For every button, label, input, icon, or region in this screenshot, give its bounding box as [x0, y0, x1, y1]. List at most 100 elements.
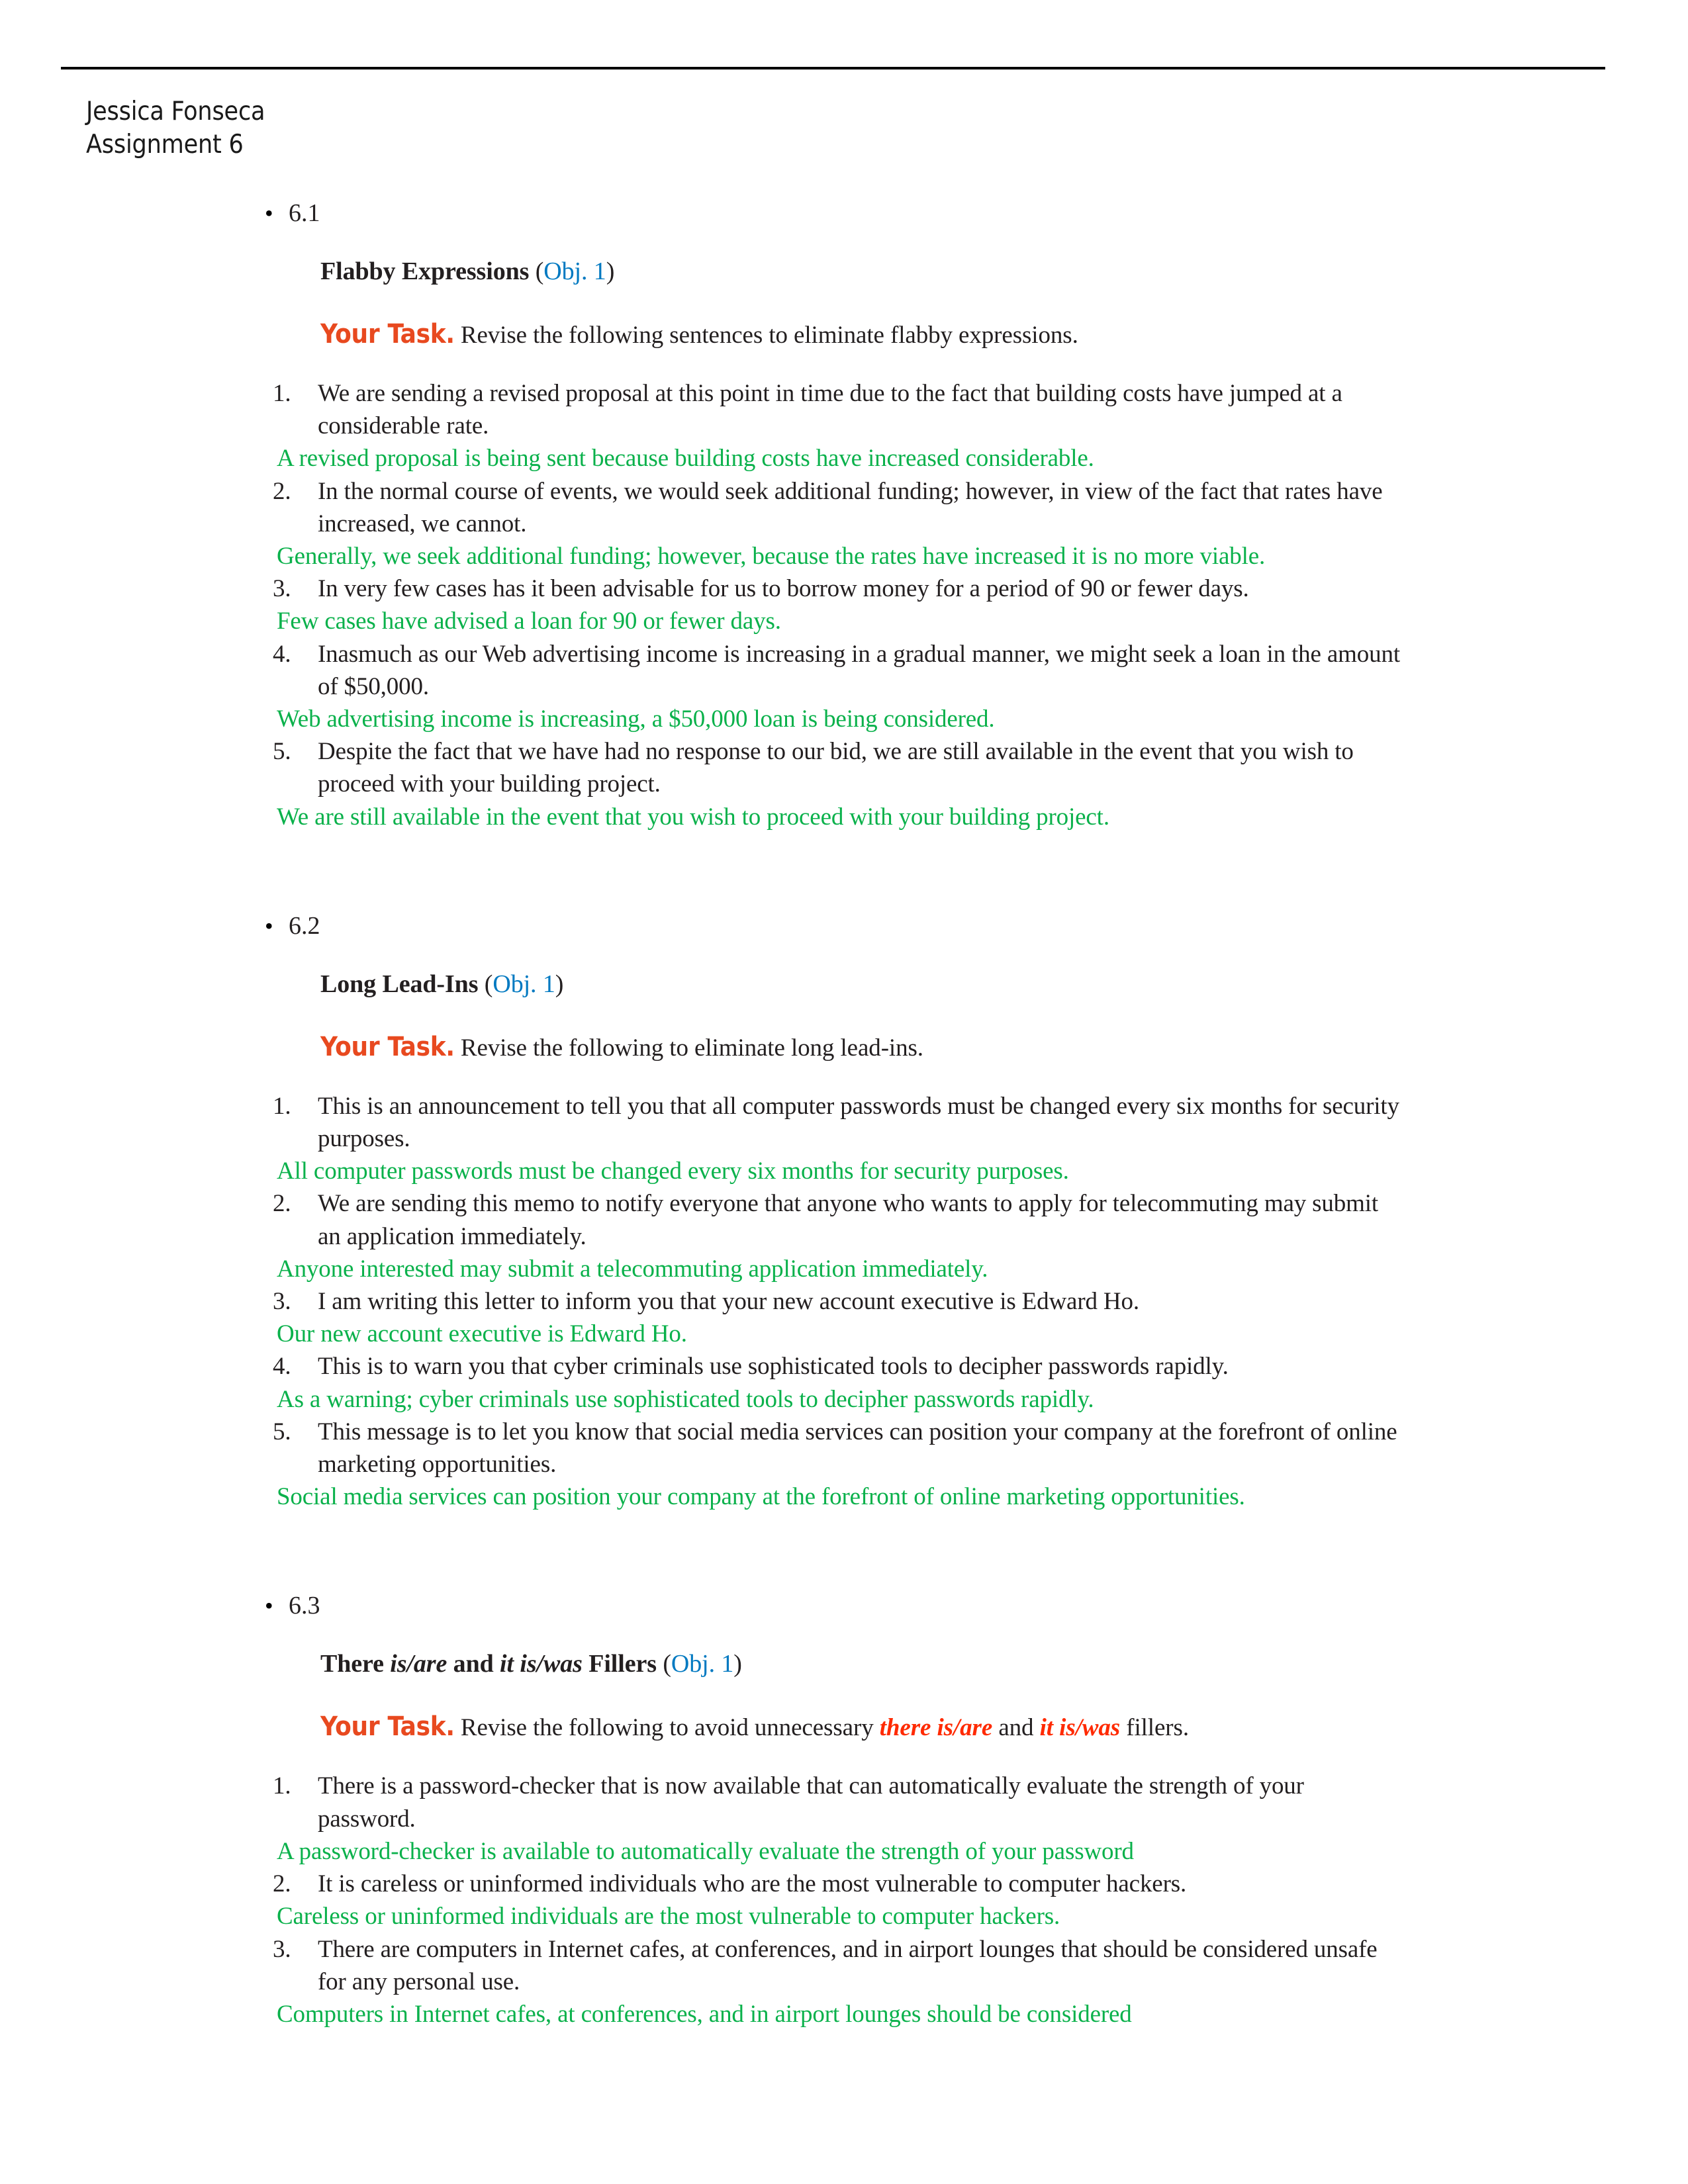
objective-ref: Obj. 1	[492, 970, 555, 998]
item-number: 1.	[273, 380, 291, 407]
document-body: • 6.1 Flabby Expressions (Obj. 1) Your Task…	[0, 199, 1688, 2030]
exercise-section: • 6.2 Long Lead-Ins (Obj. 1) Your Task. Rev…	[0, 911, 1688, 1514]
section-number: 6.3	[289, 1592, 320, 1620]
your-task-instruction: Revise the following to eliminate long l…	[454, 1034, 923, 1062]
your-task-line: Your Task. Revise the following to elimi…	[0, 1032, 1688, 1062]
student-answer: Careless or uninformed individuals are t…	[277, 1903, 1060, 1931]
student-answer: Our new account executive is Edward Ho.	[277, 1320, 687, 1348]
heading-fragment: is/are	[390, 1650, 447, 1678]
heading-fragment: There	[320, 1650, 391, 1678]
section-heading: Flabby Expressions (Obj. 1)	[0, 257, 1688, 286]
paren-close: )	[733, 1650, 742, 1678]
exercise-item: 2. It is careless or uninformed individua…	[0, 1868, 1688, 1933]
question-text: In very few cases has it been advisable …	[318, 575, 1249, 603]
question-row: 3. I am writing this letter to inform you…	[0, 1285, 1688, 1318]
filler-phrase: there is/are	[879, 1714, 993, 1742]
student-answer: Computers in Internet cafes, at conferen…	[277, 2000, 1132, 2028]
bullet-icon: •	[265, 1592, 273, 1619]
question-row: 2. It is careless or uninformed individua…	[0, 1868, 1688, 1900]
question-text: This message is to let you know that soc…	[318, 1418, 1397, 1479]
heading-fragment: it is/was	[500, 1650, 583, 1678]
question-row: 3. In very few cases has it been advisabl…	[0, 572, 1688, 605]
header-rule	[61, 67, 1605, 69]
question-text: It is careless or uninformed individuals…	[318, 1870, 1187, 1898]
exercise-item: 1. This is an announcement to tell you th…	[0, 1090, 1688, 1188]
exercise-item: 5. Despite the fact that we have had no r…	[0, 735, 1688, 833]
question-row: 2. In the normal course of events, we wou…	[0, 475, 1688, 540]
paren-open: (	[484, 970, 493, 998]
filler-phrase: it is/was	[1039, 1714, 1121, 1742]
exercise-item: 4. This is to warn you that cyber crimina…	[0, 1350, 1688, 1415]
document-page: Jessica Fonseca Assignment 6 • 6.1 Flabby …	[0, 0, 1688, 2184]
bullet-icon: •	[265, 912, 273, 939]
paren-close: )	[555, 970, 564, 998]
student-answer: A password-checker is available to autom…	[277, 1837, 1134, 1865]
section-bullet-row: • 6.3	[0, 1591, 1688, 1620]
exercise-item: 4. Inasmuch as our Web advertising income…	[0, 638, 1688, 736]
question-text: I am writing this letter to inform you t…	[318, 1288, 1139, 1316]
author-block: Jessica Fonseca Assignment 6	[86, 95, 265, 161]
section-heading: Long Lead-Ins (Obj. 1)	[0, 970, 1688, 999]
exercise-section: • 6.1 Flabby Expressions (Obj. 1) Your Task…	[0, 199, 1688, 833]
exercise-item: 2. In the normal course of events, we wou…	[0, 475, 1688, 573]
item-number: 2.	[273, 1190, 291, 1218]
question-row: 4. This is to warn you that cyber crimina…	[0, 1350, 1688, 1383]
question-text: Despite the fact that we have had no res…	[318, 738, 1354, 798]
student-answer: Few cases have advised a loan for 90 or …	[277, 608, 781, 635]
item-number: 4.	[273, 640, 291, 668]
section-number: 6.2	[289, 911, 320, 940]
student-answer: We are still available in the event that…	[277, 803, 1109, 831]
question-text: This is to warn you that cyber criminals…	[318, 1353, 1229, 1381]
question-row: 1. There is a password-checker that is no…	[0, 1770, 1688, 1835]
exercise-item: 3. There are computers in Internet cafes,…	[0, 1933, 1688, 2031]
question-text: There are computers in Internet cafes, a…	[318, 1935, 1378, 1995]
student-answer: Generally, we seek additional funding; h…	[277, 543, 1266, 570]
question-text: Inasmuch as our Web advertising income i…	[318, 640, 1400, 700]
exercise-item: 3. In very few cases has it been advisabl…	[0, 572, 1688, 637]
question-text: There is a password-checker that is now …	[318, 1772, 1304, 1833]
student-answer: A revised proposal is being sent because…	[277, 445, 1094, 473]
exercise-item: 5. This message is to let you know that s…	[0, 1416, 1688, 1514]
item-number: 4.	[273, 1353, 291, 1381]
item-number: 1.	[273, 1092, 291, 1120]
exercise-item-list: 1. We are sending a revised proposal at t…	[0, 377, 1688, 833]
question-row: 4. Inasmuch as our Web advertising income…	[0, 638, 1688, 703]
heading-title: Long Lead-Ins	[320, 970, 485, 998]
your-task-line: Your Task. Revise the following sentence…	[0, 319, 1688, 349]
question-text: We are sending this memo to notify every…	[318, 1190, 1379, 1250]
question-row: 5. Despite the fact that we have had no r…	[0, 735, 1688, 800]
student-answer: As a warning; cyber criminals use sophis…	[277, 1385, 1094, 1413]
paren-open: (	[663, 1650, 671, 1678]
paren-open: (	[535, 257, 544, 285]
your-task-label: Your Task.	[320, 1031, 455, 1062]
item-number: 1.	[273, 1772, 291, 1800]
exercise-item: 3. I am writing this letter to inform you…	[0, 1285, 1688, 1350]
item-number: 5.	[273, 1418, 291, 1445]
question-text: We are sending a revised proposal at thi…	[318, 380, 1342, 440]
item-number: 3.	[273, 575, 291, 603]
your-task-instruction: Revise the following sentences to elimin…	[454, 322, 1078, 349]
exercise-section: • 6.3 There is/are and it is/was Fillers (…	[0, 1591, 1688, 2030]
heading-title: Flabby Expressions	[320, 257, 536, 285]
question-row: 5. This message is to let you know that s…	[0, 1416, 1688, 1480]
bullet-icon: •	[265, 200, 273, 226]
student-answer: All computer passwords must be changed e…	[277, 1158, 1069, 1185]
question-row: 1. We are sending a revised proposal at t…	[0, 377, 1688, 442]
question-row: 1. This is an announcement to tell you th…	[0, 1090, 1688, 1155]
your-task-line: Your Task. Revise the following to avoid…	[0, 1711, 1688, 1742]
heading-fragment: and	[447, 1650, 500, 1678]
item-number: 2.	[273, 477, 291, 505]
student-answer: Anyone interested may submit a telecommu…	[277, 1255, 988, 1283]
question-row: 2. We are sending this memo to notify eve…	[0, 1187, 1688, 1252]
student-answer: Web advertising income is increasing, a …	[277, 705, 995, 733]
objective-ref: Obj. 1	[671, 1650, 734, 1678]
assignment-title: Assignment 6	[86, 129, 244, 159]
your-task-label: Your Task.	[320, 319, 455, 349]
exercise-item-list: 1. This is an announcement to tell you th…	[0, 1090, 1688, 1514]
paren-close: )	[606, 257, 615, 285]
question-text: In the normal course of events, we would…	[318, 477, 1383, 537]
heading-fragment: Fillers	[582, 1650, 663, 1678]
author-name: Jessica Fonseca	[86, 97, 265, 126]
